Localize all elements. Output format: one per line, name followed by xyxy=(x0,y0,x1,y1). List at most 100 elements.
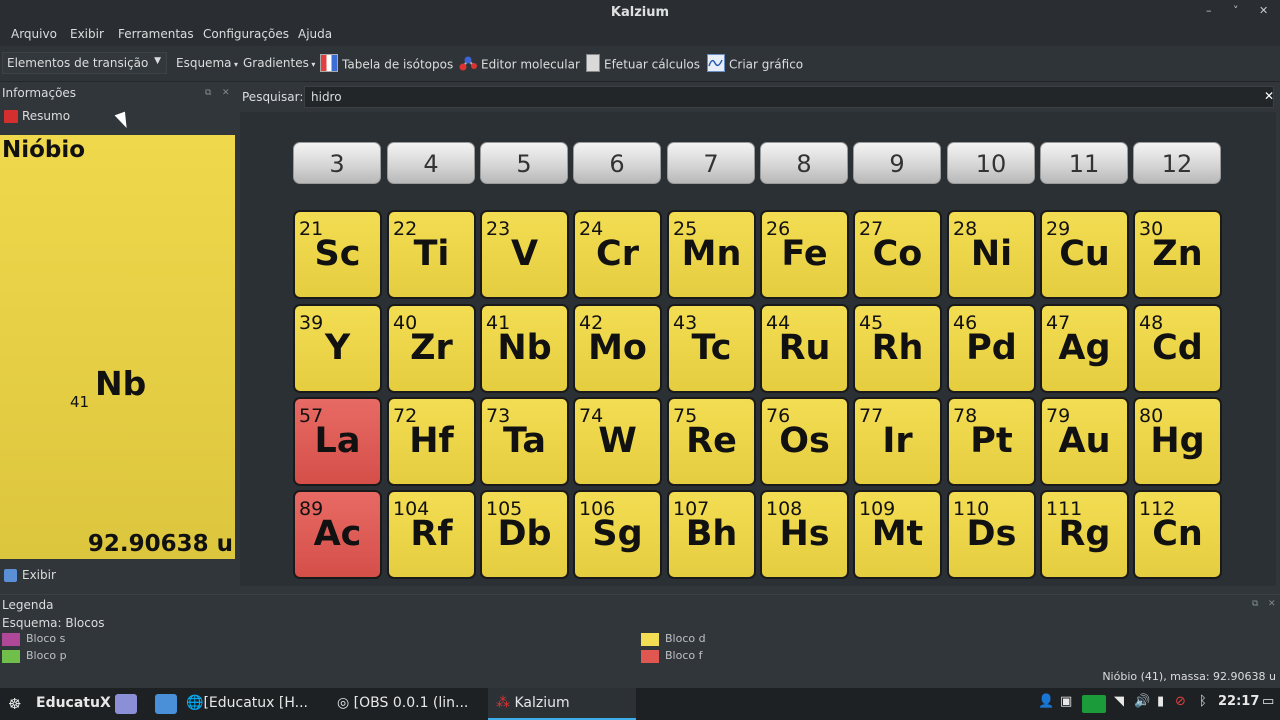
wifi-icon[interactable]: ◥ xyxy=(1114,694,1124,709)
update-icon[interactable]: ⊘ xyxy=(1175,694,1186,709)
close-button[interactable]: ✕ xyxy=(1259,4,1268,17)
taskbar-item-obs[interactable]: ◎ [OBS 0.0.1 (lin... xyxy=(337,695,468,711)
start-menu-button[interactable]: EducatuX xyxy=(36,695,111,711)
clear-search-icon[interactable]: ✕ xyxy=(1264,89,1274,103)
folder-icon[interactable] xyxy=(155,694,177,714)
group-header-12[interactable]: 12 xyxy=(1133,142,1221,184)
element-symbol: Nb xyxy=(95,364,147,403)
molecular-editor-button[interactable]: Editor molecular xyxy=(459,56,580,74)
element-cell-fe[interactable]: 26 Fe xyxy=(760,210,849,299)
show-desktop-icon[interactable]: ▭ xyxy=(1262,694,1274,709)
desktop-icon[interactable] xyxy=(115,694,137,714)
isotope-table-button[interactable]: Tabela de isótopos xyxy=(320,54,454,74)
group-header-4[interactable]: 4 xyxy=(387,142,475,184)
element-group-select[interactable]: Elementos de transição ▼ xyxy=(2,52,167,74)
battery-icon[interactable]: ▮ xyxy=(1157,694,1164,709)
element-symbol: Nb xyxy=(497,328,552,368)
element-cell-ta[interactable]: 73 Ta xyxy=(480,397,569,486)
element-cell-cu[interactable]: 29 Cu xyxy=(1040,210,1129,299)
group-header-3[interactable]: 3 xyxy=(293,142,381,184)
element-cell-au[interactable]: 79 Au xyxy=(1040,397,1129,486)
float-icon[interactable]: ⧉ xyxy=(1252,599,1258,609)
isotope-table-label: Tabela de isótopos xyxy=(342,57,454,72)
element-cell-nb[interactable]: 41 Nb xyxy=(480,304,569,393)
element-symbol: Cn xyxy=(1152,514,1203,554)
group-header-6[interactable]: 6 xyxy=(573,142,661,184)
menu-ajuda[interactable]: Ajuda xyxy=(298,27,332,41)
gradientes-menu-button[interactable]: Gradientes ▾ xyxy=(243,56,315,70)
element-cell-hf[interactable]: 72 Hf xyxy=(387,397,476,486)
user-icon[interactable]: 👤 xyxy=(1038,694,1054,709)
bluetooth-icon[interactable]: ᛒ xyxy=(1199,694,1207,709)
close-icon[interactable]: ✕ xyxy=(1268,599,1276,609)
search-input[interactable] xyxy=(304,86,1274,108)
element-cell-re[interactable]: 75 Re xyxy=(667,397,756,486)
exibir-tab[interactable]: Exibir xyxy=(4,568,56,582)
group-header-7[interactable]: 7 xyxy=(667,142,755,184)
element-cell-y[interactable]: 39 Y xyxy=(293,304,382,393)
element-cell-ir[interactable]: 77 Ir xyxy=(853,397,942,486)
element-symbol: Co xyxy=(872,234,923,274)
plot-button[interactable]: Criar gráfico xyxy=(707,54,803,74)
resumo-tab[interactable]: Resumo xyxy=(4,109,70,123)
minimize-button[interactable]: – xyxy=(1206,4,1212,17)
element-cell-ru[interactable]: 44 Ru xyxy=(760,304,849,393)
element-cell-cr[interactable]: 24 Cr xyxy=(573,210,662,299)
group-header-11[interactable]: 11 xyxy=(1040,142,1128,184)
group-header-9[interactable]: 9 xyxy=(853,142,941,184)
element-cell-zn[interactable]: 30 Zn xyxy=(1133,210,1222,299)
clipboard-icon[interactable]: ▣ xyxy=(1060,694,1072,709)
gradientes-label: Gradientes xyxy=(243,56,309,70)
element-cell-tc[interactable]: 43 Tc xyxy=(667,304,756,393)
element-cell-ni[interactable]: 28 Ni xyxy=(947,210,1036,299)
element-cell-cd[interactable]: 48 Cd xyxy=(1133,304,1222,393)
element-cell-cn[interactable]: 112 Cn xyxy=(1133,490,1222,579)
element-cell-rg[interactable]: 111 Rg xyxy=(1040,490,1129,579)
info-panel: Informações ⧉ ✕ Resumo Nióbio 41 Nb 92.9… xyxy=(0,82,236,590)
element-cell-zr[interactable]: 40 Zr xyxy=(387,304,476,393)
group-header-8[interactable]: 8 xyxy=(760,142,848,184)
element-cell-pd[interactable]: 46 Pd xyxy=(947,304,1036,393)
float-icon[interactable]: ⧉ xyxy=(205,88,211,98)
menu-configuracoes[interactable]: Configurações xyxy=(203,27,289,41)
close-icon[interactable]: ✕ xyxy=(222,88,230,98)
element-cell-hg[interactable]: 80 Hg xyxy=(1133,397,1222,486)
element-cell-ti[interactable]: 22 Ti xyxy=(387,210,476,299)
element-cell-mn[interactable]: 25 Mn xyxy=(667,210,756,299)
element-cell-bh[interactable]: 107 Bh xyxy=(667,490,756,579)
element-cell-la[interactable]: 57 La xyxy=(293,397,382,486)
legend-label: Bloco d xyxy=(665,632,706,645)
element-cell-sg[interactable]: 106 Sg xyxy=(573,490,662,579)
element-cell-rf[interactable]: 104 Rf xyxy=(387,490,476,579)
element-cell-ds[interactable]: 110 Ds xyxy=(947,490,1036,579)
menu-exibir[interactable]: Exibir xyxy=(70,27,104,41)
brazil-flag-icon[interactable] xyxy=(1082,695,1106,713)
element-cell-os[interactable]: 76 Os xyxy=(760,397,849,486)
calculate-button[interactable]: Efetuar cálculos xyxy=(586,54,700,74)
menu-ferramentas[interactable]: Ferramentas xyxy=(118,27,194,41)
volume-icon[interactable]: 🔊 xyxy=(1134,694,1150,709)
taskbar-item-kalzium[interactable]: ⁂ Kalzium xyxy=(496,695,570,711)
element-cell-ac[interactable]: 89 Ac xyxy=(293,490,382,579)
maximize-button[interactable]: ˅ xyxy=(1233,4,1239,17)
element-cell-mo[interactable]: 42 Mo xyxy=(573,304,662,393)
start-menu-icon[interactable]: ☸ xyxy=(8,695,21,713)
taskbar-item-label: [Educatux [H... xyxy=(203,695,308,711)
group-header-5[interactable]: 5 xyxy=(480,142,568,184)
menu-arquivo[interactable]: Arquivo xyxy=(11,27,57,41)
group-header-10[interactable]: 10 xyxy=(947,142,1035,184)
element-cell-pt[interactable]: 78 Pt xyxy=(947,397,1036,486)
element-cell-hs[interactable]: 108 Hs xyxy=(760,490,849,579)
taskbar-item-browser[interactable]: 🌐[Educatux [H... xyxy=(186,695,308,711)
element-symbol: Pd xyxy=(966,328,1017,368)
element-cell-v[interactable]: 23 V xyxy=(480,210,569,299)
element-symbol: Rg xyxy=(1058,514,1111,554)
element-cell-db[interactable]: 105 Db xyxy=(480,490,569,579)
element-cell-ag[interactable]: 47 Ag xyxy=(1040,304,1129,393)
element-cell-mt[interactable]: 109 Mt xyxy=(853,490,942,579)
element-cell-w[interactable]: 74 W xyxy=(573,397,662,486)
element-cell-co[interactable]: 27 Co xyxy=(853,210,942,299)
element-cell-sc[interactable]: 21 Sc xyxy=(293,210,382,299)
element-cell-rh[interactable]: 45 Rh xyxy=(853,304,942,393)
esquema-menu-button[interactable]: Esquema ▾ xyxy=(176,56,238,70)
